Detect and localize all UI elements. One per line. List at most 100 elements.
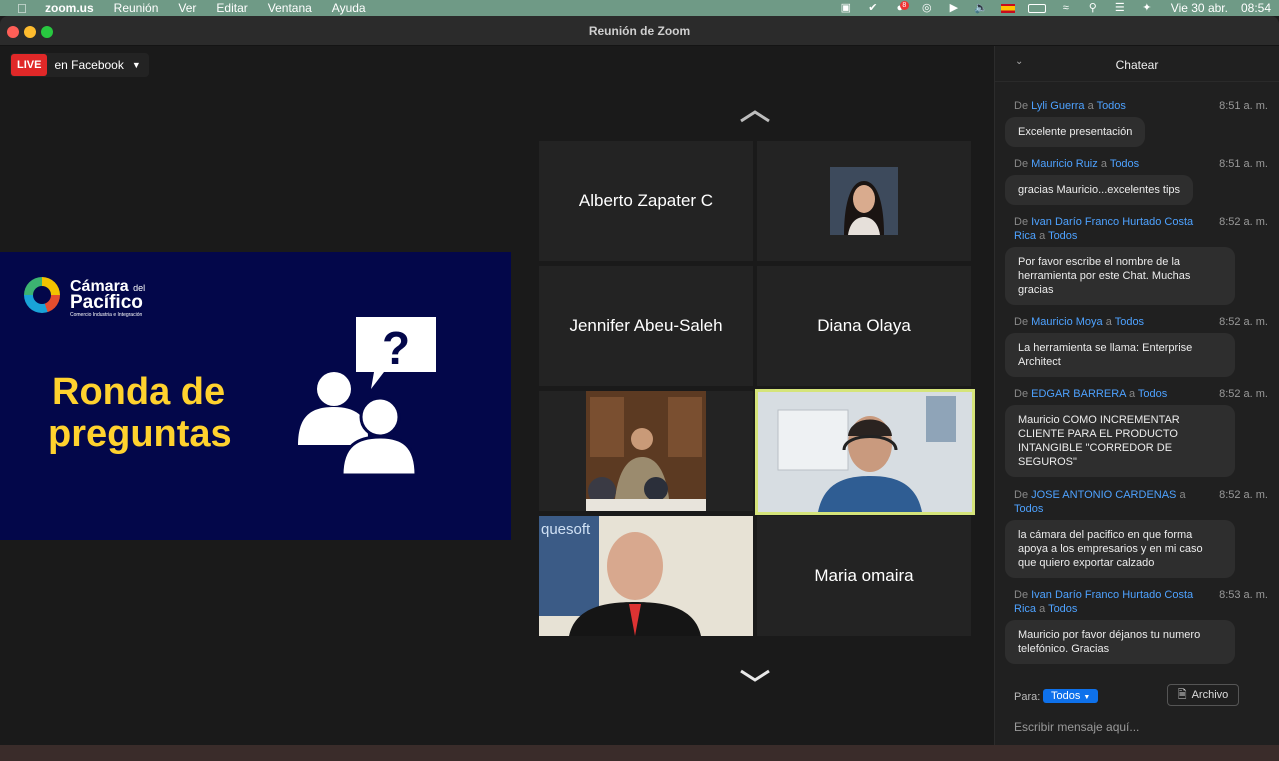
message-sender[interactable]: Mauricio Moya <box>1031 316 1103 328</box>
caret-down-icon: ▼ <box>131 60 141 70</box>
menu-ayuda[interactable]: Ayuda <box>332 1 366 15</box>
search-icon[interactable]: ⚲ <box>1086 2 1100 14</box>
notification-icon[interactable]: ●8 <box>893 0 909 14</box>
message-header: De JOSE ANTONIO CARDENAS a Todos 8:52 a. … <box>1014 489 1268 515</box>
notification-badge: 8 <box>899 0 909 10</box>
chat-message: De Mauricio Ruiz a Todos 8:51 a. m. graci… <box>1005 157 1268 205</box>
chat-message: De JOSE ANTONIO CARDENAS a Todos 8:52 a. … <box>1005 488 1268 578</box>
live-badge: LIVE <box>11 54 48 76</box>
chat-message-input[interactable] <box>1014 718 1264 736</box>
live-stream-dropdown[interactable]: LIVE en Facebook ▼ <box>10 53 149 77</box>
live-destination: en Facebook <box>54 58 124 72</box>
file-icon: 🗎 <box>1177 688 1187 701</box>
menu-app[interactable]: zoom.us <box>45 1 94 15</box>
message-recipient[interactable]: Todos <box>1115 316 1144 328</box>
desktop-dock-strip <box>0 745 1279 761</box>
message-sender[interactable]: EDGAR BARRERA <box>1031 388 1126 400</box>
menu-reunion[interactable]: Reunión <box>114 1 159 15</box>
chat-compose: Para: Todos ▼ 🗎 Archivo <box>995 682 1279 745</box>
apple-icon[interactable]:  <box>17 1 31 16</box>
message-recipient[interactable]: Todos <box>1048 230 1077 242</box>
zoom-status-icon[interactable]: ▣ <box>839 2 853 14</box>
chat-message: De Ivan Darío Franco Hurtado Costa Rica … <box>1005 215 1268 305</box>
control-center-icon[interactable]: ☰ <box>1113 2 1127 14</box>
participant-name: Alberto Zapater C <box>578 191 714 210</box>
message-recipient[interactable]: Todos <box>1138 388 1167 400</box>
chat-message: De EDGAR BARRERA a Todos 8:52 a. m. Mauri… <box>1005 387 1268 477</box>
play-icon[interactable]: ▶ <box>947 2 961 14</box>
chevron-down-icon[interactable] <box>739 669 771 688</box>
window-title: Reunión de Zoom <box>588 24 691 38</box>
airdrop-icon[interactable]: ◎ <box>920 2 934 14</box>
chevron-up-icon[interactable] <box>739 109 771 128</box>
brand-line2: Pacífico <box>70 292 143 313</box>
participant-name: Maria omaira <box>814 566 914 585</box>
camara-logo-icon <box>24 277 60 313</box>
message-recipient[interactable]: Todos <box>1014 503 1043 515</box>
participant-tile[interactable]: Alberto Zapater C <box>539 141 753 261</box>
message-time: 8:53 a. m. <box>1219 589 1268 601</box>
participant-tile[interactable] <box>539 391 753 511</box>
message-header: De Mauricio Moya a Todos 8:52 a. m. <box>1014 316 1268 328</box>
file-button[interactable]: 🗎 Archivo <box>1167 684 1239 706</box>
message-time: 8:51 a. m. <box>1219 100 1268 112</box>
participant-tile[interactable]: Diana Olaya <box>757 266 971 386</box>
chat-header: ⌄ Chatear <box>995 46 1279 82</box>
wifi-icon[interactable]: ≈ <box>1059 2 1073 14</box>
siri-icon[interactable]: ✦ <box>1140 2 1154 14</box>
message-bubble: Excelente presentación <box>1005 117 1146 147</box>
zoom-window: Reunión de Zoom LIVE en Facebook ▼ Cámar… <box>0 16 1279 745</box>
menu-ventana[interactable]: Ventana <box>268 1 312 15</box>
menu-ver[interactable]: Ver <box>178 1 196 15</box>
chat-panel: ⌄ Chatear De Lyli Guerra a Todos 8:51 a. … <box>994 46 1279 745</box>
status-area: ▣ ✔ ●8 ◎ ▶ 🔈 ≈ ⚲ ☰ ✦ Vie 30 abr. 08:54 <box>839 0 1271 16</box>
chat-title: Chatear <box>1115 58 1159 72</box>
message-sender[interactable]: JOSE ANTONIO CARDENAS <box>1031 489 1176 501</box>
chat-message: De Lyli Guerra a Todos 8:51 a. m. Excelen… <box>1005 99 1268 147</box>
flag-icon[interactable] <box>1000 3 1015 13</box>
message-sender[interactable]: Mauricio Ruiz <box>1031 158 1098 170</box>
message-recipient[interactable]: Todos <box>1110 158 1139 170</box>
chat-message: De Mauricio Moya a Todos 8:52 a. m. La he… <box>1005 315 1268 377</box>
message-recipient[interactable]: Todos <box>1097 100 1126 112</box>
participant-tile[interactable]: Maria omaira <box>757 516 971 636</box>
participant-video-room <box>586 391 706 511</box>
participant-tile[interactable]: Jennifer Abeu-Saleh <box>539 266 753 386</box>
background-sign-text: quesoft <box>541 521 591 538</box>
participant-name: Jennifer Abeu-Saleh <box>569 316 723 335</box>
participant-tile[interactable]: quesoft <box>539 516 753 636</box>
participant-tile-active-speaker[interactable] <box>755 389 975 515</box>
message-sender[interactable]: Lyli Guerra <box>1031 100 1084 112</box>
menubar-date[interactable]: Vie 30 abr. <box>1171 1 1228 15</box>
menu-bar:  zoom.us Reunión Ver Editar Ventana Ayu… <box>0 0 1279 16</box>
message-time: 8:51 a. m. <box>1219 158 1268 170</box>
people-question-icon: ? <box>298 317 436 477</box>
participant-video-speaker <box>758 392 972 512</box>
menu-editar[interactable]: Editar <box>216 1 247 15</box>
message-header: De Mauricio Ruiz a Todos 8:51 a. m. <box>1014 158 1268 170</box>
volume-icon[interactable]: 🔈 <box>974 2 988 14</box>
message-time: 8:52 a. m. <box>1219 489 1268 501</box>
message-bubble: Por favor escribe el nombre de la herram… <box>1005 247 1235 305</box>
battery-icon[interactable] <box>1027 3 1046 13</box>
message-bubble: Mauricio COMO INCREMENTAR CLIENTE PARA E… <box>1005 405 1235 477</box>
message-header: De Ivan Darío Franco Hurtado Costa Rica … <box>1014 216 1268 242</box>
check-icon[interactable]: ✔ <box>866 2 880 14</box>
caret-down-icon: ▼ <box>1083 694 1091 701</box>
recipient-dropdown[interactable]: Todos ▼ <box>1043 689 1099 703</box>
brand-tagline: Comercio Industria e Integración <box>70 312 143 318</box>
message-time: 8:52 a. m. <box>1219 316 1268 328</box>
message-header: De Lyli Guerra a Todos 8:51 a. m. <box>1014 100 1268 112</box>
participant-video-man: quesoft <box>539 516 753 636</box>
slide-heading-line1: Ronda de <box>52 371 226 413</box>
message-header: De Ivan Darío Franco Hurtado Costa Rica … <box>1014 589 1268 615</box>
message-bubble: la cámara del pacifico en que forma apoy… <box>1005 520 1235 578</box>
message-recipient[interactable]: Todos <box>1048 603 1077 615</box>
message-bubble: La herramienta se llama: Enterprise Arch… <box>1005 333 1235 377</box>
menubar-time[interactable]: 08:54 <box>1241 1 1271 15</box>
shared-slide: Cámara del Pacífico Comercio Industria e… <box>0 252 511 540</box>
participant-tile[interactable] <box>757 141 971 261</box>
question-mark-icon: ? <box>382 322 410 374</box>
participant-name: Diana Olaya <box>817 316 911 335</box>
message-time: 8:52 a. m. <box>1219 216 1268 228</box>
